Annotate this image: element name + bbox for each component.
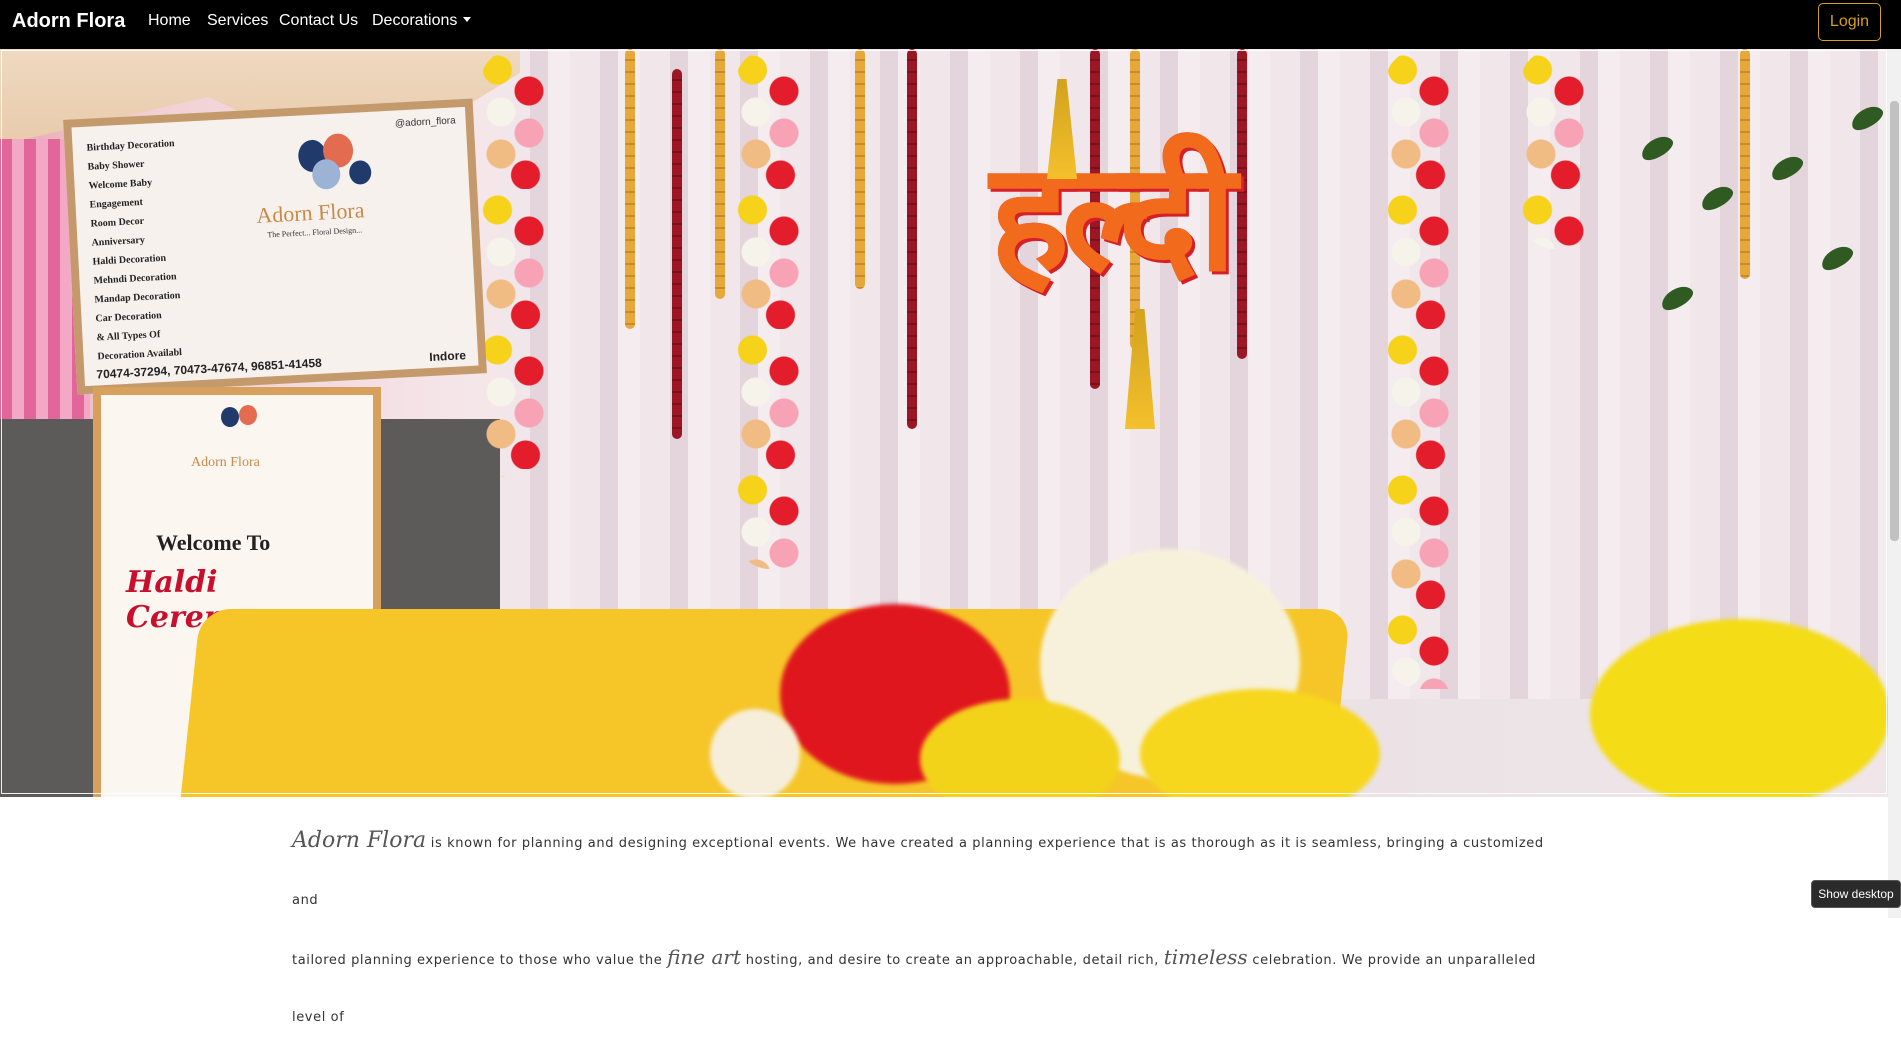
hero-image: हल्दी Birthday Decoration Baby Shower We… bbox=[0, 49, 1888, 797]
hanging-string bbox=[625, 49, 635, 329]
balloon bbox=[348, 159, 372, 185]
welcome-board-logo: Adorn Flora bbox=[191, 455, 260, 470]
navbar: Adorn Flora Home Services Contact Us Dec… bbox=[0, 0, 1901, 49]
login-button[interactable]: Login bbox=[1818, 3, 1881, 41]
scrollbar-thumb[interactable] bbox=[1890, 101, 1899, 541]
balloon bbox=[239, 405, 257, 425]
flower-garland-top-right bbox=[1520, 49, 1610, 249]
flower-garland-left bbox=[480, 49, 550, 479]
hanging-string bbox=[907, 49, 917, 429]
board-handle: @adorn_flora bbox=[394, 115, 456, 130]
hanging-string bbox=[1237, 49, 1247, 359]
hanging-string bbox=[855, 49, 865, 289]
services-board: Birthday Decoration Baby Shower Welcome … bbox=[63, 98, 487, 395]
nav-home[interactable]: Home bbox=[148, 12, 191, 30]
nav-decorations-label: Decorations bbox=[372, 12, 458, 29]
board-logo: Adorn Flora bbox=[255, 197, 366, 228]
brand-logo[interactable]: Adorn Flora bbox=[12, 10, 125, 33]
white-flower bbox=[710, 709, 800, 797]
intro-line1: is known for planning and designing exce… bbox=[292, 836, 1544, 908]
hanging-string bbox=[715, 49, 725, 299]
hanging-string bbox=[1740, 49, 1750, 279]
yellow-flower bbox=[1590, 619, 1888, 797]
welcome-text: Welcome To bbox=[156, 530, 271, 555]
intro-paragraph: Adorn Flora is known for planning and de… bbox=[292, 812, 1556, 1046]
nav-services[interactable]: Services bbox=[207, 12, 268, 30]
timeless-script: timeless bbox=[1163, 945, 1248, 969]
balloon bbox=[311, 158, 342, 190]
fine-art-script: fine art bbox=[667, 945, 741, 969]
board-city: Indore bbox=[428, 348, 467, 365]
intro-line2a: tailored planning experience to those wh… bbox=[292, 953, 668, 968]
intro-line2b: hosting, and desire to create an approac… bbox=[741, 953, 1164, 968]
services-list: Birthday Decoration Baby Shower Welcome … bbox=[86, 138, 183, 363]
hanging-string bbox=[672, 69, 682, 439]
page-scrollbar[interactable] bbox=[1888, 49, 1901, 918]
nav-contact-us[interactable]: Contact Us bbox=[279, 12, 358, 30]
show-desktop-tooltip: Show desktop bbox=[1811, 880, 1901, 908]
balloon bbox=[221, 407, 239, 427]
flower-garland-center bbox=[735, 49, 830, 569]
nav-decorations-dropdown[interactable]: Decorations bbox=[372, 12, 472, 30]
haldi-sign: हल्दी bbox=[990, 131, 1237, 305]
caret-down-icon bbox=[463, 17, 472, 22]
brand-script-text: Adorn Flora bbox=[292, 828, 427, 853]
